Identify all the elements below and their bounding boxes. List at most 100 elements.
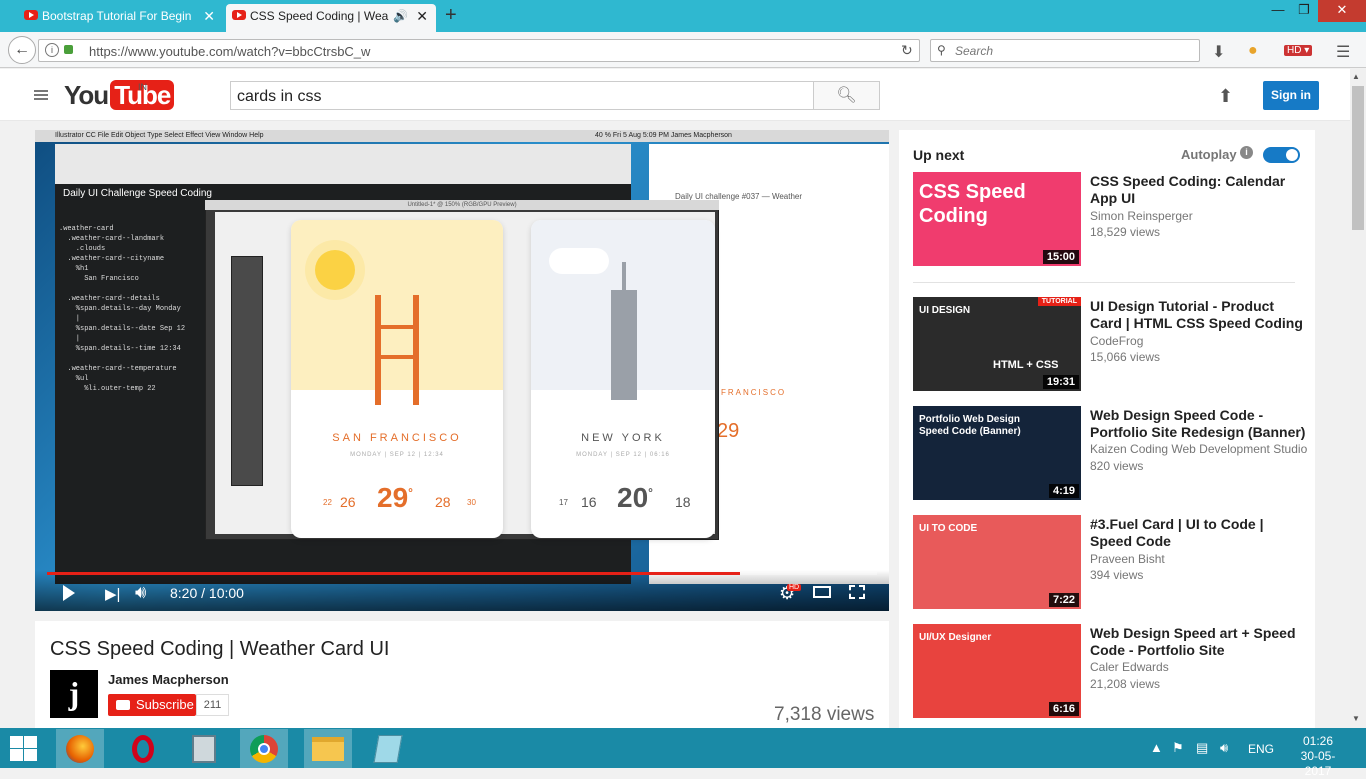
restore-button[interactable]: ❐ [1288, 0, 1320, 22]
youtube-favicon-icon [232, 10, 246, 20]
close-tab-icon[interactable]: ✕ [203, 4, 215, 28]
info-icon[interactable]: i [45, 43, 59, 57]
network-icon[interactable]: ▤ [1196, 740, 1208, 756]
tab-bootstrap-tutorial[interactable]: Bootstrap Tutorial For Begin ✕ [18, 4, 223, 32]
guide-menu-icon[interactable] [34, 90, 48, 100]
related-video-views: 15,066 views [1090, 350, 1161, 364]
system-clock[interactable]: 01:26 30-05-2017 [1290, 734, 1346, 779]
video-card2-temp-right: 18 [675, 494, 691, 510]
related-video-views: 21,208 views [1090, 677, 1161, 691]
related-video-thumbnail[interactable]: CSS Speed Coding 15:00 [913, 172, 1081, 266]
video-duration: 4:19 [1048, 484, 1079, 498]
upload-icon[interactable]: ⬆ [1218, 86, 1233, 107]
firefox-taskbar-icon[interactable] [56, 729, 104, 768]
subscriber-count: 211 [196, 694, 229, 716]
video-card1-date: MONDAY | SEP 12 | 12:34 [350, 452, 444, 458]
video-card2-temp-left2: 17 [559, 498, 568, 507]
related-video-title[interactable]: Web Design Speed art + Speed Code - Port… [1090, 625, 1306, 659]
fullscreen-icon[interactable] [849, 585, 865, 599]
action-center-flag-icon[interactable]: ⚑ [1172, 740, 1184, 756]
search-engine-icon[interactable]: ⚲ [937, 43, 946, 57]
temp-value: 20 [617, 482, 649, 513]
clock-time: 01:26 [1302, 734, 1334, 748]
logo-region: IN [138, 82, 147, 92]
channel-name[interactable]: James Macpherson [108, 672, 229, 687]
speaker-icon[interactable]: 🔊 [393, 4, 408, 28]
scrollbar-thumb[interactable] [1352, 86, 1364, 230]
play-icon[interactable] [63, 585, 75, 601]
calculator-taskbar-icon[interactable] [180, 729, 228, 768]
view-count: 7,318 views [774, 704, 875, 725]
related-video-thumbnail[interactable]: Portfolio Web Design Speed Code (Banner)… [913, 406, 1081, 500]
related-video-thumbnail[interactable]: UI/UX Designer 6:16 [913, 624, 1081, 718]
related-video-title[interactable]: CSS Speed Coding: Calendar App UI [1090, 173, 1306, 207]
tray-expand-icon[interactable]: ▲ [1150, 740, 1163, 755]
close-tab-icon[interactable]: ✕ [416, 4, 428, 28]
video-player[interactable]: Illustrator CC File Edit Object Type Sel… [35, 130, 889, 611]
video-duration: 15:00 [1042, 250, 1079, 264]
download-icon[interactable]: ⬇ [1212, 42, 1225, 62]
thumbnail-text: UI DESIGN [919, 305, 971, 316]
hd-badge: HD [787, 584, 802, 591]
autoplay-toggle[interactable] [1263, 147, 1300, 163]
related-video-channel: Caler Edwards [1090, 660, 1169, 674]
video-mac-status: 40 % Fri 5 Aug 5:09 PM James Macpherson [595, 132, 732, 139]
next-icon[interactable]: ▶| [105, 585, 120, 603]
tab-css-speed-coding[interactable]: CSS Speed Coding | Wea 🔊 ✕ [226, 4, 436, 32]
video-illustrator-title: Untitled-1* @ 150% (RGB/GPU Preview) [205, 200, 719, 210]
file-explorer-taskbar-icon[interactable] [304, 729, 352, 768]
youtube-logo[interactable]: You Tube [64, 80, 175, 111]
sign-in-button[interactable]: Sign in [1263, 81, 1319, 110]
related-video-thumbnail[interactable]: UI TO CODE 7:22 [913, 515, 1081, 609]
video-code-text: .weather-card .weather-card--landmark .c… [59, 225, 186, 393]
subscribe-button[interactable]: Subscribe [108, 694, 196, 716]
window-close-button[interactable]: ✕ [1318, 0, 1366, 22]
temp-value: 29 [377, 482, 409, 513]
video-mac-menubar: Illustrator CC File Edit Object Type Sel… [35, 130, 889, 142]
degree-sign: ° [408, 485, 413, 500]
volume-tray-icon[interactable]: 🔊︎ [1220, 740, 1228, 756]
address-bar[interactable]: i https://www.youtube.com/watch?v=bbcCtr… [38, 39, 920, 62]
new-tab-button[interactable]: + [445, 4, 457, 27]
back-button[interactable]: ← [8, 36, 36, 64]
hd-extension-icon[interactable]: HD ▾ [1284, 45, 1313, 56]
chrome-taskbar-icon[interactable] [240, 729, 288, 768]
thumbnail-text: CSS Speed Coding [919, 181, 1026, 227]
video-card2-city: NEW YORK [581, 432, 665, 444]
volume-icon[interactable]: 🔊︎ [135, 582, 146, 603]
extension-icon[interactable]: ● [1248, 42, 1258, 60]
related-video-channel: Praveen Bisht [1090, 552, 1165, 566]
autoplay-info-icon[interactable]: i [1240, 146, 1253, 159]
up-next-heading: Up next [913, 147, 965, 163]
related-video-title[interactable]: Web Design Speed Code - Portfolio Site R… [1090, 407, 1306, 441]
opera-taskbar-icon[interactable] [120, 729, 168, 768]
video-card1-city: SAN FRANCISCO [332, 432, 462, 444]
scroll-down-icon[interactable]: ▼ [1352, 714, 1360, 723]
youtube-favicon-icon [24, 10, 38, 20]
menu-icon[interactable]: ☰ [1336, 42, 1350, 62]
tab-title: CSS Speed Coding | Wea [250, 9, 389, 23]
language-indicator[interactable]: ENG [1248, 742, 1274, 756]
video-card2-date: MONDAY | SEP 12 | 06:16 [576, 452, 670, 458]
reload-icon[interactable]: ↻ [901, 42, 913, 59]
spire-icon [622, 262, 626, 292]
scroll-up-icon[interactable]: ▲ [1352, 72, 1360, 81]
search-button[interactable]: 🔍︎ [813, 81, 880, 110]
video-duration: 19:31 [1042, 375, 1079, 389]
thumbnail-text: Portfolio Web Design Speed Code (Banner) [919, 414, 1021, 437]
video-duration: 7:22 [1048, 593, 1079, 607]
browser-search-field[interactable]: ⚲ Search [930, 39, 1200, 62]
related-video-thumbnail[interactable]: UI DESIGN HTML + CSS TUTORIAL 19:31 [913, 297, 1081, 391]
start-button[interactable] [8, 734, 38, 762]
video-card3-temp: 29 [717, 420, 740, 442]
related-video-title[interactable]: #3.Fuel Card | UI to Code | Speed Code [1090, 516, 1306, 550]
url-text[interactable]: https://www.youtube.com/watch?v=bbcCtrsb… [89, 44, 370, 59]
theater-mode-icon[interactable] [813, 586, 831, 598]
video-card1-temp-right2: 30 [467, 498, 476, 507]
related-video-views: 820 views [1090, 459, 1144, 473]
notepad-taskbar-icon[interactable] [364, 729, 412, 768]
youtube-search-input[interactable]: cards in css [230, 81, 814, 110]
channel-avatar[interactable]: j [50, 670, 98, 718]
empire-state-icon [611, 290, 637, 400]
related-video-title[interactable]: UI Design Tutorial - Product Card | HTML… [1090, 298, 1306, 332]
